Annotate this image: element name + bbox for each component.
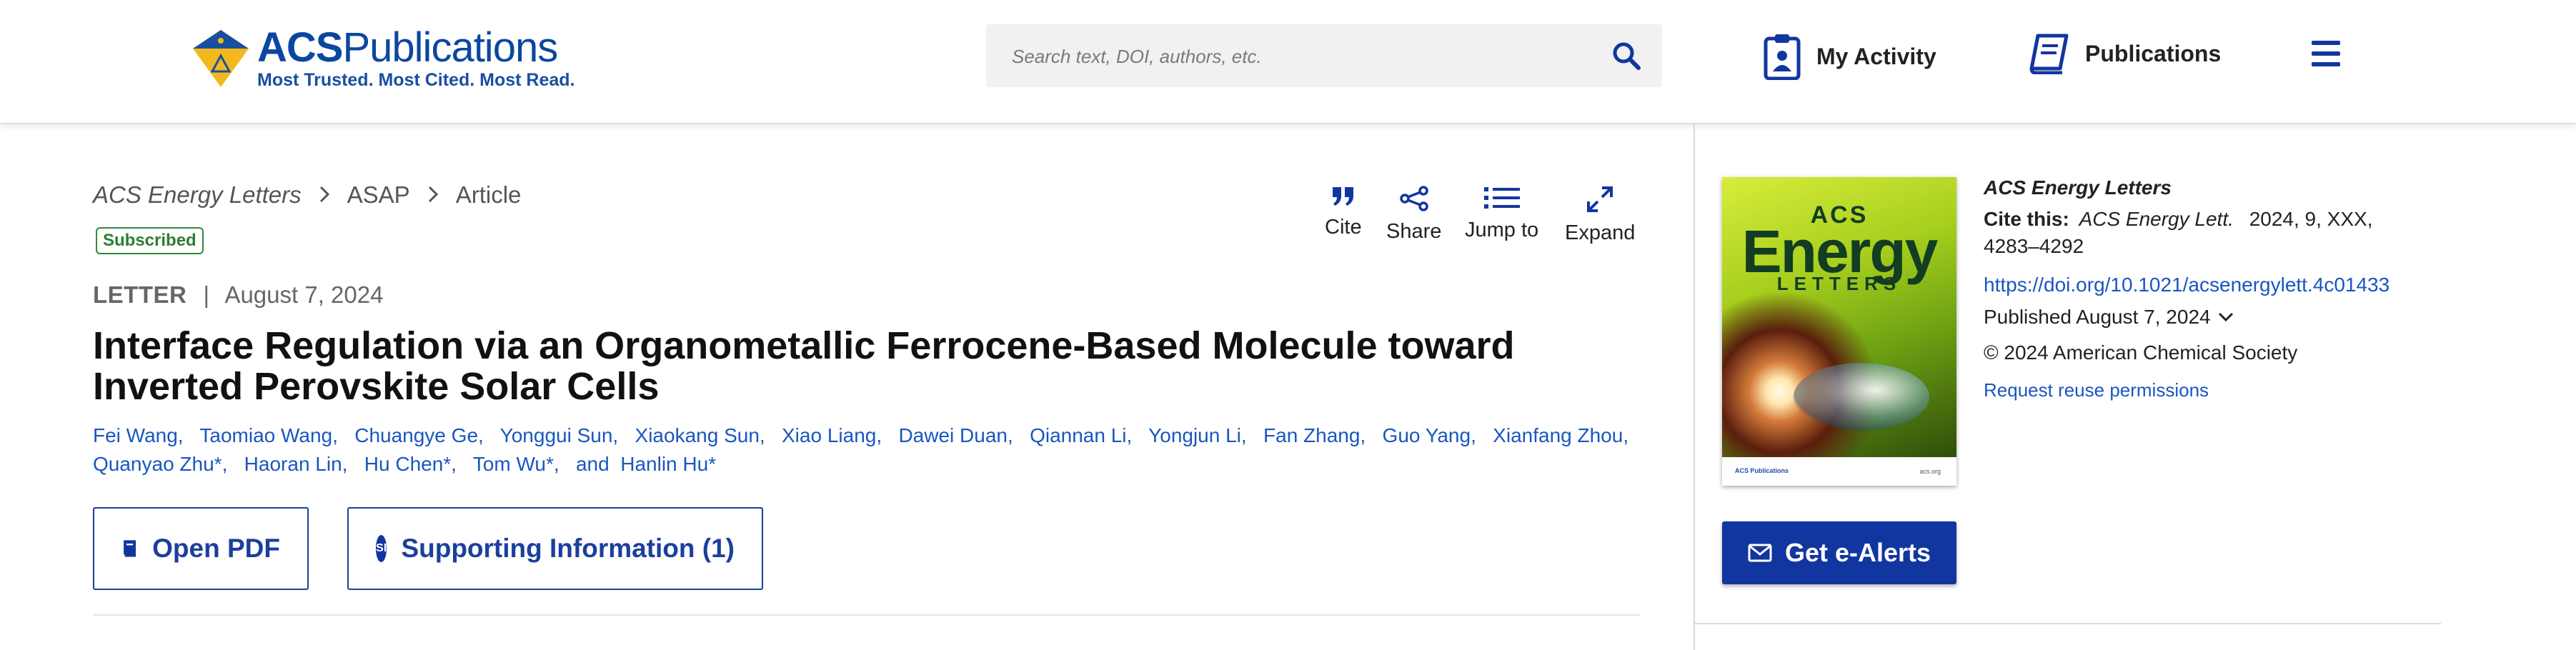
breadcrumb-page: Article	[455, 181, 522, 208]
breadcrumb-section[interactable]: ASAP	[347, 181, 410, 209]
share-icon	[1399, 186, 1428, 211]
publications-label: Publications	[2085, 40, 2222, 66]
cover-letters: LETTERS	[1776, 273, 1902, 294]
doi-link[interactable]: https://doi.org/10.1021/acsenergylett.4c…	[1984, 273, 2427, 297]
article-info-panel: ACS Energy Letters Cite this: ACS Energy…	[1984, 176, 2427, 401]
jump-to-button[interactable]: Jump to	[1465, 186, 1538, 242]
envelope-icon	[1748, 544, 1772, 562]
search-icon	[1613, 42, 1641, 70]
hamburger-icon	[2312, 41, 2340, 66]
author-line[interactable]: Fei Wang, Taomiao Wang, Chuangye Ge, Yon…	[93, 421, 1665, 450]
logo-text: ACSPublications Most Trusted. Most Cited…	[257, 24, 575, 91]
journal-cover[interactable]: ACS Energy LETTERS ACS Publications acs.…	[1722, 177, 1956, 486]
logo-brand: Publications	[342, 24, 558, 71]
sidebar-divider	[1694, 123, 1695, 650]
my-activity-link[interactable]: My Activity	[1764, 33, 1936, 80]
cover-footer: ACS Publications acs.org	[1722, 457, 1956, 486]
cover-footer-url: acs.org	[1919, 468, 1941, 475]
get-alerts-button[interactable]: Get e-Alerts	[1722, 521, 1956, 584]
list-icon	[1483, 187, 1520, 209]
share-label: Share	[1386, 220, 1442, 243]
cover-droplet	[1794, 363, 1929, 431]
meta-separator: |	[203, 281, 210, 308]
menu-button[interactable]	[2309, 37, 2342, 70]
cite-this-label: Cite this:	[1984, 208, 2069, 230]
cite-label: Cite	[1325, 216, 1362, 239]
book-icon	[2029, 34, 2069, 74]
open-pdf-button[interactable]: Open PDF	[93, 507, 309, 590]
reuse-permissions-link[interactable]: Request reuse permissions	[1984, 379, 2427, 401]
logo-brand-bold: ACS	[257, 24, 343, 71]
published-label: Published August 7, 2024	[1984, 306, 2211, 328]
si-badge-icon: SI	[376, 535, 387, 562]
cover-footer-logo: ACS Publications	[1735, 467, 1789, 474]
cite-this: Cite this: ACS Energy Lett. 2024, 9, XXX…	[1984, 206, 2427, 260]
breadcrumb-journal[interactable]: ACS Energy Letters	[93, 181, 302, 209]
clipboard-user-icon	[1764, 34, 1801, 80]
expand-button[interactable]: Expand	[1565, 186, 1635, 245]
copyright: © 2024 American Chemical Society	[1984, 341, 2298, 364]
acs-shield-icon	[193, 30, 249, 87]
chevron-right-icon	[427, 181, 439, 209]
quote-icon	[1332, 187, 1353, 206]
content-divider	[93, 614, 1641, 616]
chevron-down-icon	[2218, 312, 2233, 322]
supporting-info-label: Supporting Information (1)	[401, 534, 735, 563]
sidebar-bottom-divider	[1695, 623, 2441, 624]
published-date[interactable]: Published August 7, 2024	[1984, 304, 2427, 330]
publications-link[interactable]: Publications	[2028, 33, 2221, 74]
article-title: Interface Regulation via an Organometall…	[93, 324, 1515, 408]
chevron-right-icon	[319, 181, 330, 209]
author-list: Fei Wang, Taomiao Wang, Chuangye Ge, Yon…	[93, 421, 1665, 479]
book-icon	[124, 540, 136, 557]
search-input[interactable]	[1010, 40, 1585, 73]
cite-journal: ACS Energy Lett.	[2079, 208, 2234, 230]
breadcrumb: ACS Energy Letters ASAP Article	[93, 181, 521, 209]
search-bar	[986, 24, 1662, 87]
article-type: LETTER	[93, 281, 187, 308]
cover-image: ACS Energy LETTERS	[1722, 177, 1956, 457]
logo-tagline: Most Trusted. Most Cited. Most Read.	[257, 70, 575, 90]
share-button[interactable]: Share	[1386, 186, 1441, 244]
open-pdf-label: Open PDF	[152, 534, 280, 563]
info-journal: ACS Energy Letters	[1984, 176, 2172, 199]
expand-icon	[1587, 186, 1613, 212]
my-activity-label: My Activity	[1816, 43, 1936, 69]
site-header: ACSPublications Most Trusted. Most Cited…	[0, 0, 2576, 124]
cite-button[interactable]: Cite	[1325, 186, 1362, 239]
supporting-info-button[interactable]: SI Supporting Information (1)	[347, 507, 763, 590]
expand-label: Expand	[1565, 221, 1636, 244]
jump-to-label: Jump to	[1465, 219, 1539, 241]
article-date: August 7, 2024	[224, 281, 384, 308]
get-alerts-label: Get e-Alerts	[1784, 538, 1931, 567]
author-line[interactable]: Quanyao Zhu*, Haoran Lin, Hu Chen*, Tom …	[93, 450, 1665, 479]
search-button[interactable]	[1608, 37, 1645, 74]
article-meta: LETTER | August 7, 2024	[93, 281, 383, 309]
subscribed-badge: Subscribed	[96, 227, 204, 254]
